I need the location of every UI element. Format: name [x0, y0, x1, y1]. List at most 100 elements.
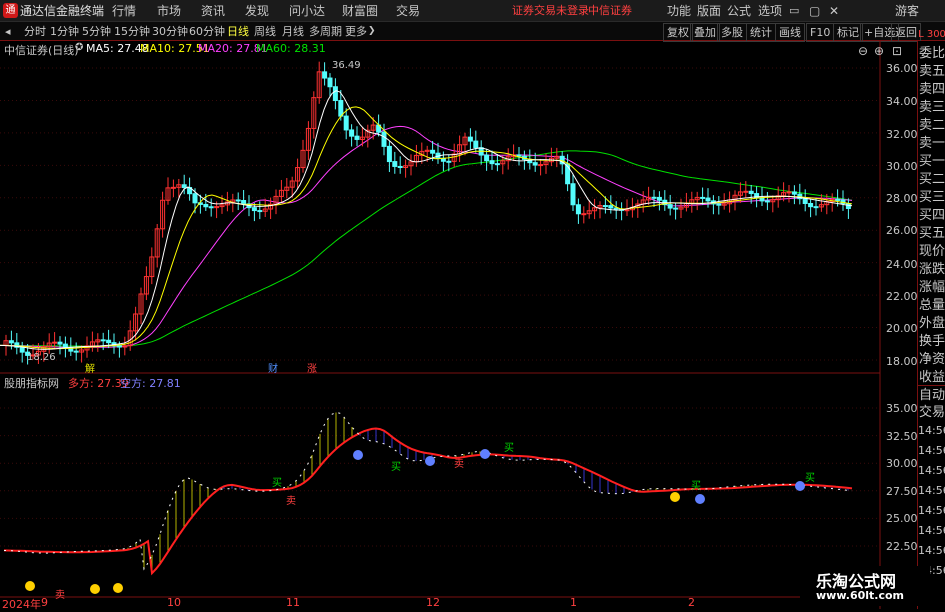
period-5min[interactable]: 5分钟	[82, 22, 111, 41]
left-arrow-icon[interactable]: ◂	[5, 22, 11, 41]
period-30min[interactable]: 30分钟	[152, 22, 188, 41]
period-more[interactable]: 更多	[345, 22, 367, 41]
stock-title: 中信证券(日线)	[4, 44, 79, 57]
side-label: 卖三	[918, 100, 945, 115]
menu-function[interactable]: 功能	[667, 0, 691, 22]
period-monthly[interactable]: 月线	[282, 22, 304, 41]
candle-body	[538, 164, 544, 167]
price-tick: 32.00	[886, 128, 918, 141]
draw-button[interactable]: 画线	[775, 23, 805, 42]
event-finance[interactable]: 财	[268, 360, 278, 375]
candle-body	[608, 205, 614, 209]
candle-body	[338, 100, 344, 117]
indicator-grid	[0, 407, 880, 598]
side-label: 卖四	[918, 82, 945, 97]
price-tick: 24.00	[886, 258, 918, 271]
period-60min[interactable]: 60分钟	[189, 22, 225, 41]
sell-marker: 卖	[55, 590, 65, 601]
window-icon[interactable]: ▢	[809, 0, 820, 22]
candle-body	[241, 199, 247, 205]
event-rise[interactable]: 涨	[307, 360, 317, 375]
candle-body	[467, 136, 473, 142]
auto-trade-label[interactable]: 自动	[918, 387, 945, 404]
expand-icon[interactable]: ⊡	[892, 44, 902, 58]
smiley-icon	[695, 494, 705, 504]
candle-body	[192, 193, 198, 204]
close-icon[interactable]: ✕	[829, 0, 839, 22]
x-month-label: 11	[286, 596, 300, 609]
candlesticks	[3, 61, 851, 365]
candle-body	[8, 340, 14, 344]
fq-button[interactable]: 复权	[663, 23, 693, 42]
overlay-button[interactable]: 叠加	[690, 23, 720, 42]
menu-market[interactable]: 市场	[157, 0, 181, 22]
side-label: 卖五	[918, 64, 945, 79]
menu-quotes[interactable]: 行情	[112, 0, 136, 22]
menu-options[interactable]: 选项	[758, 0, 782, 22]
period-15min[interactable]: 15分钟	[114, 22, 150, 41]
indicator-plot	[3, 411, 853, 594]
f10-button[interactable]: F10	[806, 23, 835, 42]
menu-trade[interactable]: 交易	[396, 0, 420, 22]
multi-stock-button[interactable]: 多股	[717, 23, 747, 42]
candle-body	[57, 341, 63, 345]
period-weekly[interactable]: 周线	[254, 22, 276, 41]
buy-marker: 买	[805, 473, 815, 484]
mark-button[interactable]: 标记	[833, 23, 863, 42]
candle-body	[322, 71, 328, 79]
chevron-right-icon[interactable]: ❯	[368, 22, 376, 41]
indicator-name[interactable]: 股朋指标网	[4, 375, 59, 391]
minus-icon[interactable]: ⊖	[858, 44, 868, 58]
candle-body	[705, 197, 711, 202]
user-label[interactable]: 游客	[895, 0, 919, 22]
candle-body	[494, 163, 500, 166]
side-label: 总量	[918, 298, 945, 313]
menu-wealth[interactable]: 财富圈	[342, 0, 378, 22]
time-label: 14:56	[918, 444, 945, 457]
candle-body	[673, 207, 679, 210]
ma60-polyline	[0, 150, 853, 347]
time-label: 14:56	[918, 424, 945, 437]
chart-canvas[interactable]	[0, 41, 917, 609]
period-1min[interactable]: 1分钟	[50, 22, 79, 41]
login-notice[interactable]: 证券交易未登录	[512, 0, 589, 22]
side-label: 卖二	[918, 118, 945, 133]
time-label: 14:56	[918, 544, 945, 557]
title-bar: 通 通达信金融终端 行情 市场 资讯 发现 问小达 财富圈 交易 证券交易未登录…	[0, 0, 945, 22]
side-label: 净资	[918, 352, 945, 367]
candle-body	[251, 207, 257, 212]
price-tick: 22.00	[886, 290, 918, 303]
menu-discover[interactable]: 发现	[245, 0, 269, 22]
candle-body	[354, 135, 360, 140]
menu-ask[interactable]: 问小达	[289, 0, 325, 22]
quote-side-panel: L 300 委比 卖五 卖四 卖三 卖二 卖一 买一 买二 买三 买四 买五 现…	[917, 29, 945, 609]
event-unlock[interactable]: 解	[85, 360, 95, 375]
candle-body	[700, 196, 706, 199]
candle-body	[52, 341, 58, 344]
ind-tick: 30.00	[886, 457, 918, 470]
period-multi[interactable]: 多周期	[309, 22, 342, 41]
candle-body	[570, 183, 576, 206]
menu-formula[interactable]: 公式	[727, 0, 751, 22]
settings-icon[interactable]: ✪	[75, 42, 83, 53]
time-label: 14:56	[918, 484, 945, 497]
menu-news[interactable]: 资讯	[201, 0, 225, 22]
period-tick[interactable]: 分时	[24, 22, 46, 41]
stats-button[interactable]: 统计	[746, 23, 776, 42]
period-daily[interactable]: 日线	[227, 22, 249, 41]
time-label: 14:56	[918, 464, 945, 477]
candle-body	[835, 198, 841, 201]
broker-name[interactable]: 中信证券	[588, 0, 632, 22]
menu-layout[interactable]: 版面	[697, 0, 721, 22]
minimize-icon[interactable]: ▭	[789, 0, 799, 22]
smiley-icon	[90, 584, 100, 594]
smiley-icon	[25, 581, 35, 591]
x-month-label: 12	[426, 596, 440, 609]
side-label: 买五	[918, 226, 945, 241]
plus-icon[interactable]: ⊕	[874, 44, 884, 58]
back-button[interactable]: 返回	[891, 23, 921, 42]
candle-body	[106, 339, 112, 344]
ma10-polyline	[0, 106, 853, 350]
ma60-label: MA60: 28.31	[256, 42, 326, 55]
auto-trade-label[interactable]: 交易	[918, 404, 945, 421]
